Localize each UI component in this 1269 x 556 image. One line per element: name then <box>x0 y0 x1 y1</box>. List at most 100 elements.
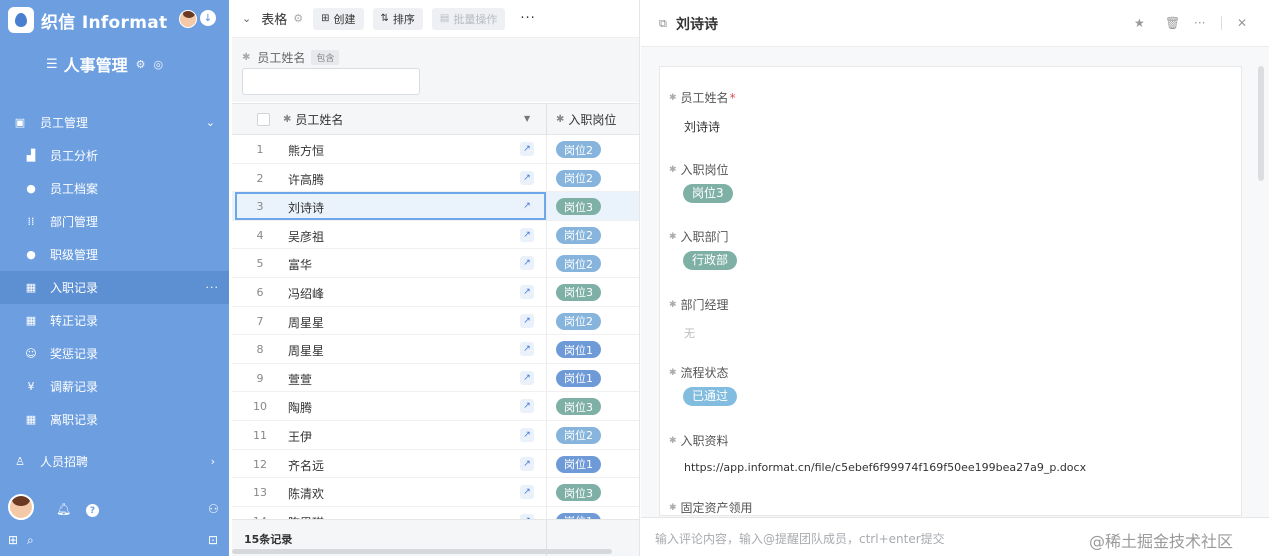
create-button[interactable]: ⊞ 创建 <box>313 7 364 30</box>
cell-name[interactable]: 许高腾 <box>288 171 324 188</box>
cell-name[interactable]: 周星星 <box>288 314 324 331</box>
add-user-icon[interactable]: ⚇ <box>208 502 219 516</box>
chevron-down-icon[interactable]: ⌄ <box>242 12 251 25</box>
sort-button[interactable]: ⇅ 排序 <box>372 7 423 30</box>
position-tag[interactable]: 岗位3 <box>556 398 601 416</box>
table-row[interactable]: 1 熊方恒 ↗ 岗位2 <box>232 135 639 164</box>
collapse-icon[interactable]: ⊡ <box>208 533 218 547</box>
batch-button[interactable]: ▤ 批量操作 <box>431 7 506 30</box>
department-tag[interactable]: 行政部 <box>683 251 738 270</box>
position-tag[interactable]: 岗位3 <box>556 283 601 301</box>
table-row[interactable]: 8 周星星 ↗ 岗位1 <box>232 335 639 364</box>
open-record-icon[interactable]: ↗ <box>520 342 534 357</box>
open-record-icon[interactable]: ↗ <box>520 485 534 500</box>
search-icon[interactable]: ⌕ <box>27 533 34 548</box>
open-record-icon[interactable]: ↗ <box>520 399 534 414</box>
open-record-icon[interactable]: ↗ <box>520 199 534 214</box>
position-tag[interactable]: 岗位2 <box>556 226 601 244</box>
open-record-icon[interactable]: ↗ <box>520 313 534 328</box>
cell-name[interactable]: 齐名远 <box>288 457 324 474</box>
comment-input[interactable]: 输入评论内容，输入@提醒团队成员，ctrl+enter提交 <box>655 530 945 547</box>
cell-name[interactable]: 刘诗诗 <box>288 199 324 216</box>
open-record-icon[interactable]: ↗ <box>520 170 534 185</box>
more-icon[interactable]: ··· <box>1194 16 1205 30</box>
cell-name[interactable]: 冯绍峰 <box>288 285 324 302</box>
nav-item-rewards[interactable]: ☺ 奖惩记录 <box>0 337 229 370</box>
more-icon[interactable]: ··· <box>206 281 220 294</box>
column-header-position[interactable]: ✱ 入职岗位 <box>556 104 616 135</box>
user-avatar[interactable] <box>179 10 197 28</box>
table-row[interactable]: 5 富华 ↗ 岗位2 <box>232 249 639 278</box>
table-row[interactable]: 3 刘诗诗 ↗ 岗位3 <box>232 192 639 221</box>
bell-icon[interactable]: 🔔︎ <box>56 502 71 516</box>
cell-name[interactable]: 周星星 <box>288 342 324 359</box>
position-tag[interactable]: 岗位1 <box>556 369 601 387</box>
cell-name[interactable]: 萱萱 <box>288 371 312 388</box>
open-record-icon[interactable]: ↗ <box>520 427 534 442</box>
open-record-icon[interactable]: ↗ <box>520 284 534 299</box>
nav-item-salary[interactable]: ¥ 调薪记录 <box>0 370 229 403</box>
filter-operator[interactable]: 包含 <box>311 50 340 65</box>
more-icon[interactable]: ··· <box>520 11 535 26</box>
open-record-icon[interactable]: ↗ <box>520 256 534 271</box>
view-settings-icon[interactable]: ⚙ <box>293 12 303 25</box>
table-row[interactable]: 11 王伊 ↗ 岗位2 <box>232 420 639 450</box>
nav-item-regularization[interactable]: ▦ 转正记录 <box>0 304 229 337</box>
trash-icon[interactable]: 🗑︎ <box>1165 16 1180 30</box>
table-row[interactable]: 10 陶腾 ↗ 岗位3 <box>232 392 639 421</box>
table-row[interactable]: 12 齐名远 ↗ 岗位1 <box>232 449 639 479</box>
document-link[interactable]: https://app.informat.cn/file/c5ebef6f999… <box>684 461 1086 474</box>
filter-input[interactable] <box>242 68 420 95</box>
view-name[interactable]: 表格 <box>261 9 287 28</box>
position-tag[interactable]: 岗位2 <box>556 426 601 444</box>
nav-group-recruit[interactable]: ♙ 人员招聘 › <box>0 445 229 478</box>
cell-name[interactable]: 富华 <box>288 256 312 273</box>
position-tag[interactable]: 岗位1 <box>556 341 601 359</box>
nav-item-ranks[interactable]: ● 职级管理 <box>0 238 229 271</box>
target-icon[interactable]: ◎ <box>154 58 164 71</box>
close-icon[interactable]: ✕ <box>1237 16 1247 30</box>
cell-name[interactable]: 吴彦祖 <box>288 228 324 245</box>
position-tag[interactable]: 岗位3 <box>556 484 601 502</box>
table-row[interactable]: 6 冯绍峰 ↗ 岗位3 <box>232 277 639 307</box>
add-icon[interactable]: ⊞ <box>8 533 18 547</box>
nav-item-onboarding[interactable]: ▦ 入职记录 ··· <box>0 271 229 304</box>
cell-name[interactable]: 熊方恒 <box>288 142 324 159</box>
table-row[interactable]: 4 吴彦祖 ↗ 岗位2 <box>232 220 639 250</box>
nav-item-profiles[interactable]: ● 员工档案 <box>0 172 229 205</box>
avatar[interactable] <box>8 494 34 520</box>
horizontal-scrollbar[interactable] <box>232 549 612 554</box>
nav-item-departments[interactable]: ⁞⁞ 部门管理 <box>0 205 229 238</box>
position-tag[interactable]: 岗位2 <box>556 312 601 330</box>
sort-down-icon[interactable]: ▼ <box>524 114 530 123</box>
vertical-scrollbar[interactable] <box>1258 66 1264 181</box>
open-record-icon[interactable]: ↗ <box>520 227 534 242</box>
open-record-icon[interactable]: ↗ <box>520 456 534 471</box>
table-row[interactable]: 2 许高腾 ↗ 岗位2 <box>232 163 639 193</box>
cell-name[interactable]: 陶腾 <box>288 399 312 416</box>
help-icon[interactable]: ? <box>86 504 99 517</box>
position-tag[interactable]: 岗位1 <box>556 455 601 473</box>
position-tag[interactable]: 岗位2 <box>556 169 601 187</box>
cell-name[interactable]: 陈清欢 <box>288 485 324 502</box>
settings-icon[interactable]: ⚙ <box>136 58 146 71</box>
nav-group-employee[interactable]: ▣ 员工管理 ⌄ <box>0 106 229 139</box>
position-tag[interactable]: 岗位2 <box>556 141 601 158</box>
table-row[interactable]: 7 周星星 ↗ 岗位2 <box>232 306 639 336</box>
open-record-icon[interactable]: ↗ <box>520 370 534 385</box>
open-record-icon[interactable]: ↗ <box>520 142 534 156</box>
position-tag[interactable]: 岗位2 <box>556 255 601 273</box>
table-row[interactable]: 13 陈清欢 ↗ 岗位3 <box>232 478 639 507</box>
position-tag[interactable]: 岗位3 <box>556 198 601 216</box>
star-icon[interactable]: ★ <box>1134 16 1145 30</box>
table-row[interactable]: 9 萱萱 ↗ 岗位1 <box>232 363 639 393</box>
position-tag[interactable]: 岗位3 <box>683 184 733 203</box>
column-header-name[interactable]: ✱ 员工姓名 <box>283 104 343 135</box>
field-value[interactable]: 无 <box>684 325 729 341</box>
nav-item-analysis[interactable]: ▟ 员工分析 <box>0 139 229 172</box>
select-all-checkbox[interactable] <box>257 113 270 126</box>
nav-item-resignation[interactable]: ▦ 离职记录 <box>0 403 229 436</box>
comment-box[interactable]: 输入评论内容，输入@提醒团队成员，ctrl+enter提交 @稀土掘金技术社区 <box>641 517 1269 556</box>
download-icon[interactable]: ↓ <box>200 10 216 26</box>
cell-name[interactable]: 王伊 <box>288 428 312 445</box>
